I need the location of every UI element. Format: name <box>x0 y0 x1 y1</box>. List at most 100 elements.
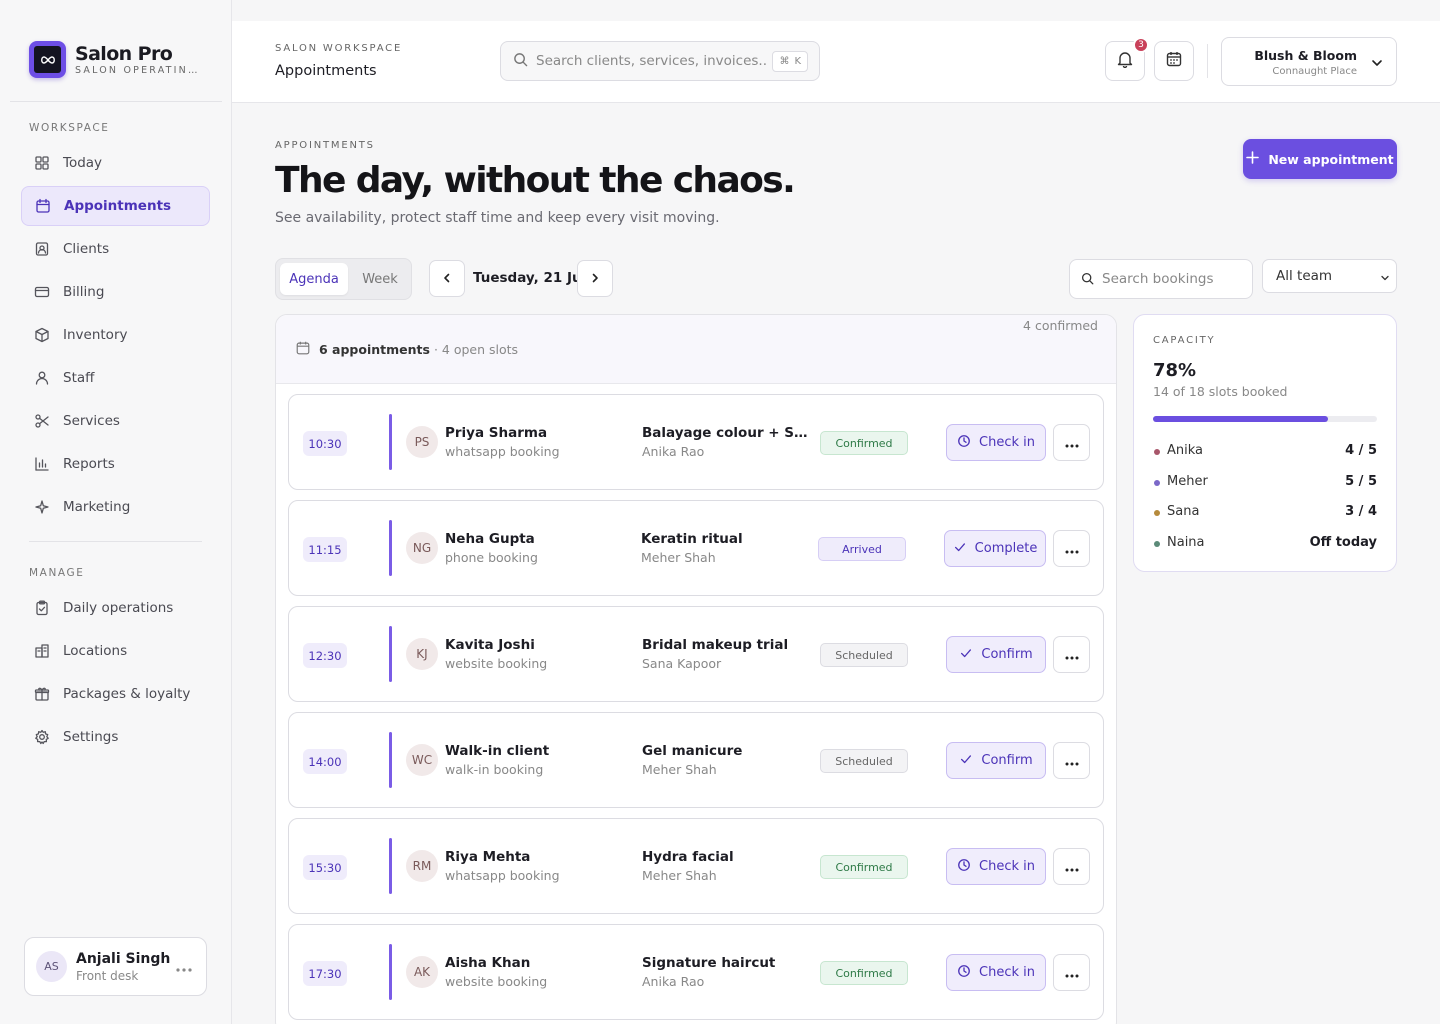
sidebar-item-label: Reports <box>63 456 115 472</box>
more-options-button[interactable] <box>1053 954 1090 991</box>
status-badge: Scheduled <box>820 643 908 667</box>
appointment-count: 6 appointments <box>319 342 430 357</box>
check-in-button[interactable]: Check in <box>946 848 1046 885</box>
service-name: Bridal makeup trial <box>642 637 789 653</box>
appointment-row[interactable]: 12:30 KJ Kavita Joshi website booking Bridal… <box>288 606 1104 702</box>
client-name[interactable]: Kavita Joshi <box>445 637 535 653</box>
brand[interactable]: Salon Pro SALON OPERATING SYSTEM <box>29 41 205 78</box>
new-appointment-button[interactable]: New appointment <box>1243 139 1397 179</box>
section-label-manage: MANAGE <box>29 567 85 579</box>
status-badge: Confirmed <box>820 961 908 985</box>
staff-color-dot <box>1154 449 1160 455</box>
clock-icon <box>957 858 971 876</box>
sidebar-item-label: Appointments <box>64 198 172 214</box>
more-options-button[interactable] <box>1053 742 1090 779</box>
time-accent-bar <box>389 732 392 788</box>
more-options-button[interactable] <box>1053 530 1090 567</box>
more-icon <box>1065 433 1079 452</box>
brand-subtitle: SALON OPERATING SYSTEM <box>75 64 205 76</box>
sidebar: Salon Pro SALON OPERATING SYSTEM WORKSPA… <box>0 0 232 1024</box>
plus-icon <box>1246 151 1260 167</box>
appointment-time: 10:30 <box>303 431 347 456</box>
client-avatar: WC <box>406 744 438 776</box>
time-accent-bar <box>389 838 392 894</box>
appointment-row[interactable]: 14:00 WC Walk-in client walk-in booking Gel … <box>288 712 1104 808</box>
staff-name: Meher <box>1167 473 1208 489</box>
sidebar-item-daily-operations[interactable]: Daily operations <box>21 588 210 628</box>
confirm-button[interactable]: Confirm <box>946 636 1046 673</box>
sidebar-item-today[interactable]: Today <box>21 143 210 183</box>
sidebar-item-reports[interactable]: Reports <box>21 444 210 484</box>
booking-source: whatsapp booking <box>445 444 560 459</box>
more-icon <box>1065 857 1079 876</box>
appointment-row[interactable]: 17:30 AK Aisha Khan website booking Signatur… <box>288 924 1104 1020</box>
building-icon <box>34 643 50 659</box>
client-name[interactable]: Priya Sharma <box>445 425 547 441</box>
staff-name: Anika <box>1167 443 1204 458</box>
sidebar-item-settings[interactable]: Settings <box>21 717 210 757</box>
notifications-button[interactable]: 3 <box>1105 37 1149 81</box>
client-name[interactable]: Neha Gupta <box>445 531 535 547</box>
appointment-row[interactable]: 15:30 RM Riya Mehta whatsapp booking Hydra f… <box>288 818 1104 914</box>
chevron-left-icon <box>441 269 453 288</box>
assigned-staff: Meher Shah <box>642 762 717 777</box>
page-title: Appointments <box>275 63 377 79</box>
scissors-icon <box>34 413 50 429</box>
sidebar-item-services[interactable]: Services <box>21 401 210 441</box>
sidebar-item-billing[interactable]: Billing <box>21 272 210 312</box>
appointment-row[interactable]: 10:30 PS Priya Sharma whatsapp booking Balay… <box>288 394 1104 490</box>
check-in-button[interactable]: Check in <box>946 424 1046 461</box>
sidebar-item-staff[interactable]: Staff <box>21 358 210 398</box>
sidebar-item-inventory[interactable]: Inventory <box>21 315 210 355</box>
more-options-button[interactable] <box>1053 848 1090 885</box>
sidebar-item-label: Marketing <box>63 499 131 515</box>
tab-agenda[interactable]: Agenda <box>280 263 348 295</box>
next-day-button[interactable] <box>577 260 613 297</box>
tab-week[interactable]: Week <box>352 263 408 295</box>
more-icon <box>1065 751 1079 770</box>
appointment-row[interactable]: 11:15 NG Neha Gupta phone booking Keratin ri… <box>288 500 1104 596</box>
capacity-booked: 14 of 18 slots booked <box>1153 384 1288 399</box>
divider <box>29 541 202 542</box>
package-icon <box>34 327 50 343</box>
gift-icon <box>34 686 50 702</box>
more-options-button[interactable] <box>1053 424 1090 461</box>
sidebar-item-clients[interactable]: Clients <box>21 229 210 269</box>
sidebar-item-appointments[interactable]: Appointments <box>21 186 210 226</box>
client-name[interactable]: Aisha Khan <box>445 955 530 971</box>
more-options-button[interactable] <box>1053 636 1090 673</box>
team-filter-select[interactable]: All team <box>1262 259 1397 293</box>
check-in-button[interactable]: Check in <box>946 954 1046 991</box>
divider <box>10 101 222 102</box>
booking-search-input[interactable] <box>1102 271 1242 287</box>
assigned-staff: Meher Shah <box>641 550 716 565</box>
location-switcher[interactable]: Blush & Bloom Connaught Place <box>1221 37 1397 86</box>
sidebar-item-packages-loyalty[interactable]: Packages & loyalty <box>21 674 210 714</box>
check-icon <box>959 646 973 664</box>
user-card[interactable]: AS Anjali Singh Front desk <box>24 937 207 996</box>
capacity-card: CAPACITY 78% 14 of 18 slots booked Anika… <box>1133 314 1397 572</box>
more-icon[interactable] <box>176 957 192 976</box>
assigned-staff: Sana Kapoor <box>642 656 722 671</box>
confirm-button[interactable]: Confirm <box>946 742 1046 779</box>
sidebar-item-locations[interactable]: Locations <box>21 631 210 671</box>
booking-source: website booking <box>445 656 548 671</box>
sidebar-item-marketing[interactable]: Marketing <box>21 487 210 527</box>
action-label: Complete <box>974 541 1038 556</box>
brand-logo <box>29 41 66 78</box>
complete-button[interactable]: Complete <box>944 530 1046 567</box>
bar-chart-icon <box>34 456 50 472</box>
time-accent-bar <box>389 626 392 682</box>
client-name[interactable]: Walk-in client <box>445 743 549 759</box>
status-badge: Confirmed <box>820 431 908 455</box>
clipboard-icon <box>34 600 50 616</box>
action-label: Confirm <box>981 647 1033 662</box>
hero-subtitle: See availability, protect staff time and… <box>275 210 720 226</box>
previous-day-button[interactable] <box>429 260 465 297</box>
calendar-button[interactable] <box>1154 41 1194 81</box>
global-search-input[interactable] <box>536 53 766 69</box>
booking-search[interactable] <box>1069 259 1253 299</box>
time-accent-bar <box>389 414 392 470</box>
client-name[interactable]: Riya Mehta <box>445 849 530 865</box>
global-search[interactable]: ⌘ K <box>500 41 820 81</box>
